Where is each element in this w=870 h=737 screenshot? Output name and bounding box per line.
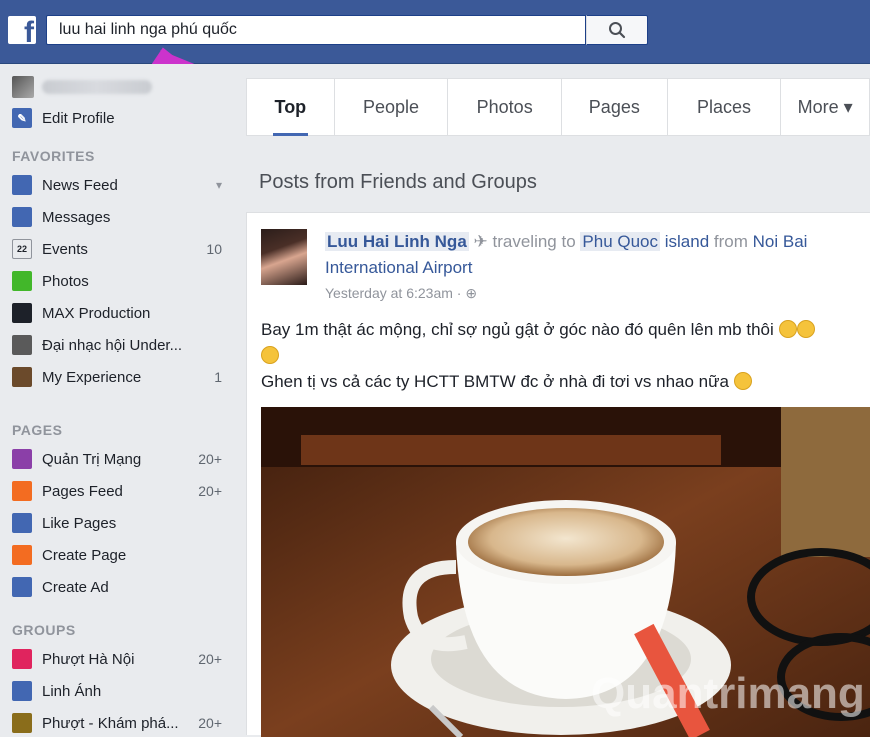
group-label: Phượt Hà Nội — [42, 650, 135, 668]
place-suffix[interactable]: island — [665, 232, 709, 251]
trophy-icon — [12, 713, 32, 733]
tab-people[interactable]: People — [335, 79, 449, 135]
favorite-count: 10 — [206, 241, 222, 257]
favorites-heading: FAVORITES — [12, 148, 95, 164]
favorite-item[interactable]: My Experience 1 — [12, 365, 222, 389]
left-sidebar: ✎ Edit Profile FAVORITES News Feed ▾ Messa… — [0, 64, 232, 735]
news-feed-icon — [12, 175, 32, 195]
chevron-down-icon[interactable]: ▾ — [216, 178, 222, 192]
favorite-label: News Feed — [42, 176, 118, 194]
page-icon — [12, 303, 32, 323]
post-timestamp[interactable]: Yesterday at 6:23am · ⊕ — [325, 285, 477, 302]
messages-icon — [12, 207, 32, 227]
section-title: Posts from Friends and Groups — [259, 171, 537, 193]
search-input[interactable] — [47, 16, 585, 44]
page-label: Create Ad — [42, 578, 109, 596]
search-result-tabs: Top People Photos Pages Places More ▾ — [246, 78, 870, 136]
watermark-logo-icon: Q — [591, 669, 626, 718]
group-item[interactable]: Linh Ánh — [12, 679, 222, 703]
page-label: Create Page — [42, 546, 127, 564]
author-avatar[interactable] — [261, 229, 307, 285]
flag-icon — [12, 481, 32, 501]
page-count: 20+ — [198, 483, 222, 499]
post-photo[interactable]: Quantrimang — [261, 407, 870, 737]
favorite-item[interactable]: 22 Events 10 — [12, 237, 222, 261]
favorite-label: Events — [42, 240, 88, 258]
favorite-label: MAX Production — [42, 304, 151, 322]
page-item[interactable]: Like Pages — [12, 511, 222, 535]
heart-icon — [12, 649, 32, 669]
page-item[interactable]: Pages Feed 20+ — [12, 479, 222, 503]
group-label: Linh Ánh — [42, 682, 102, 700]
page-label: Quản Trị Mạng — [42, 450, 142, 468]
tab-top[interactable]: Top — [247, 79, 335, 136]
group-icon — [12, 681, 32, 701]
tab-pages[interactable]: Pages — [562, 79, 668, 135]
activity-text: traveling to — [492, 232, 576, 251]
tab-photos[interactable]: Photos — [448, 79, 562, 135]
favorite-item[interactable]: Đại nhạc hội Under... — [12, 333, 222, 357]
tab-more[interactable]: More ▾ — [781, 79, 869, 135]
post-text: Bay 1m thật ác mộng, chỉ sợ ngủ gật ở gó… — [261, 317, 870, 395]
post-header: Luu Hai Linh Nga ✈ traveling to Phu Quoc… — [325, 229, 855, 281]
pages-heading: PAGES — [12, 422, 63, 438]
post-card: Luu Hai Linh Nga ✈ traveling to Phu Quoc… — [246, 212, 870, 737]
facebook-logo-icon[interactable]: f — [8, 16, 36, 44]
from-text: from — [713, 232, 748, 251]
tab-places[interactable]: Places — [668, 79, 782, 135]
sad-emoji-icon — [733, 372, 752, 390]
page-count: 20+ — [198, 451, 222, 467]
plane-icon: ✈ — [473, 232, 488, 251]
edit-profile-link[interactable]: ✎ Edit Profile — [12, 106, 222, 130]
calendar-icon: 22 — [12, 239, 32, 259]
groups-heading: GROUPS — [12, 622, 76, 638]
watermark: Quantrimang — [591, 669, 865, 718]
search-button[interactable] — [586, 15, 648, 45]
profile-link[interactable] — [12, 76, 152, 98]
favorite-count: 1 — [214, 369, 222, 385]
favorite-label: My Experience — [42, 368, 142, 386]
globe-icon: ⊕ — [465, 285, 478, 301]
favorite-label: Photos — [42, 272, 89, 290]
page-label: Like Pages — [42, 514, 117, 532]
page-label: Pages Feed — [42, 482, 123, 500]
favorite-item[interactable]: MAX Production — [12, 301, 222, 325]
thumbs-up-icon — [12, 513, 32, 533]
blurred-profile-name — [42, 80, 152, 94]
favorite-item[interactable]: News Feed ▾ — [12, 173, 222, 197]
group-label: Phượt - Khám phá... — [42, 714, 179, 732]
search-icon — [609, 22, 626, 39]
group-count: 20+ — [198, 651, 222, 667]
laughing-emoji-icon — [778, 320, 797, 338]
chart-icon — [12, 577, 32, 597]
favorite-label: Đại nhạc hội Under... — [42, 336, 183, 354]
favorite-label: Messages — [42, 208, 111, 226]
group-icon — [12, 367, 32, 387]
favorite-item[interactable]: Photos — [12, 269, 222, 293]
place-link[interactable]: Phu Quoc — [580, 232, 661, 251]
group-item[interactable]: Phượt - Khám phá... 20+ — [12, 711, 222, 735]
page-item[interactable]: Create Ad — [12, 575, 222, 599]
group-item[interactable]: Phượt Hà Nội 20+ — [12, 647, 222, 671]
search-box[interactable] — [46, 15, 586, 45]
page-item[interactable]: Create Page — [12, 543, 222, 567]
avatar — [12, 76, 34, 98]
favorite-item[interactable]: Messages — [12, 205, 222, 229]
pencil-icon: ✎ — [12, 108, 32, 128]
page-logo-icon — [12, 449, 32, 469]
group-icon — [12, 335, 32, 355]
laughing-emoji-icon — [261, 346, 279, 364]
author-name[interactable]: Luu Hai Linh Nga — [325, 232, 469, 251]
plus-icon — [12, 545, 32, 565]
laughing-emoji-icon — [796, 320, 815, 338]
group-count: 20+ — [198, 715, 222, 731]
photos-icon — [12, 271, 32, 291]
page-item[interactable]: Quản Trị Mạng 20+ — [12, 447, 222, 471]
